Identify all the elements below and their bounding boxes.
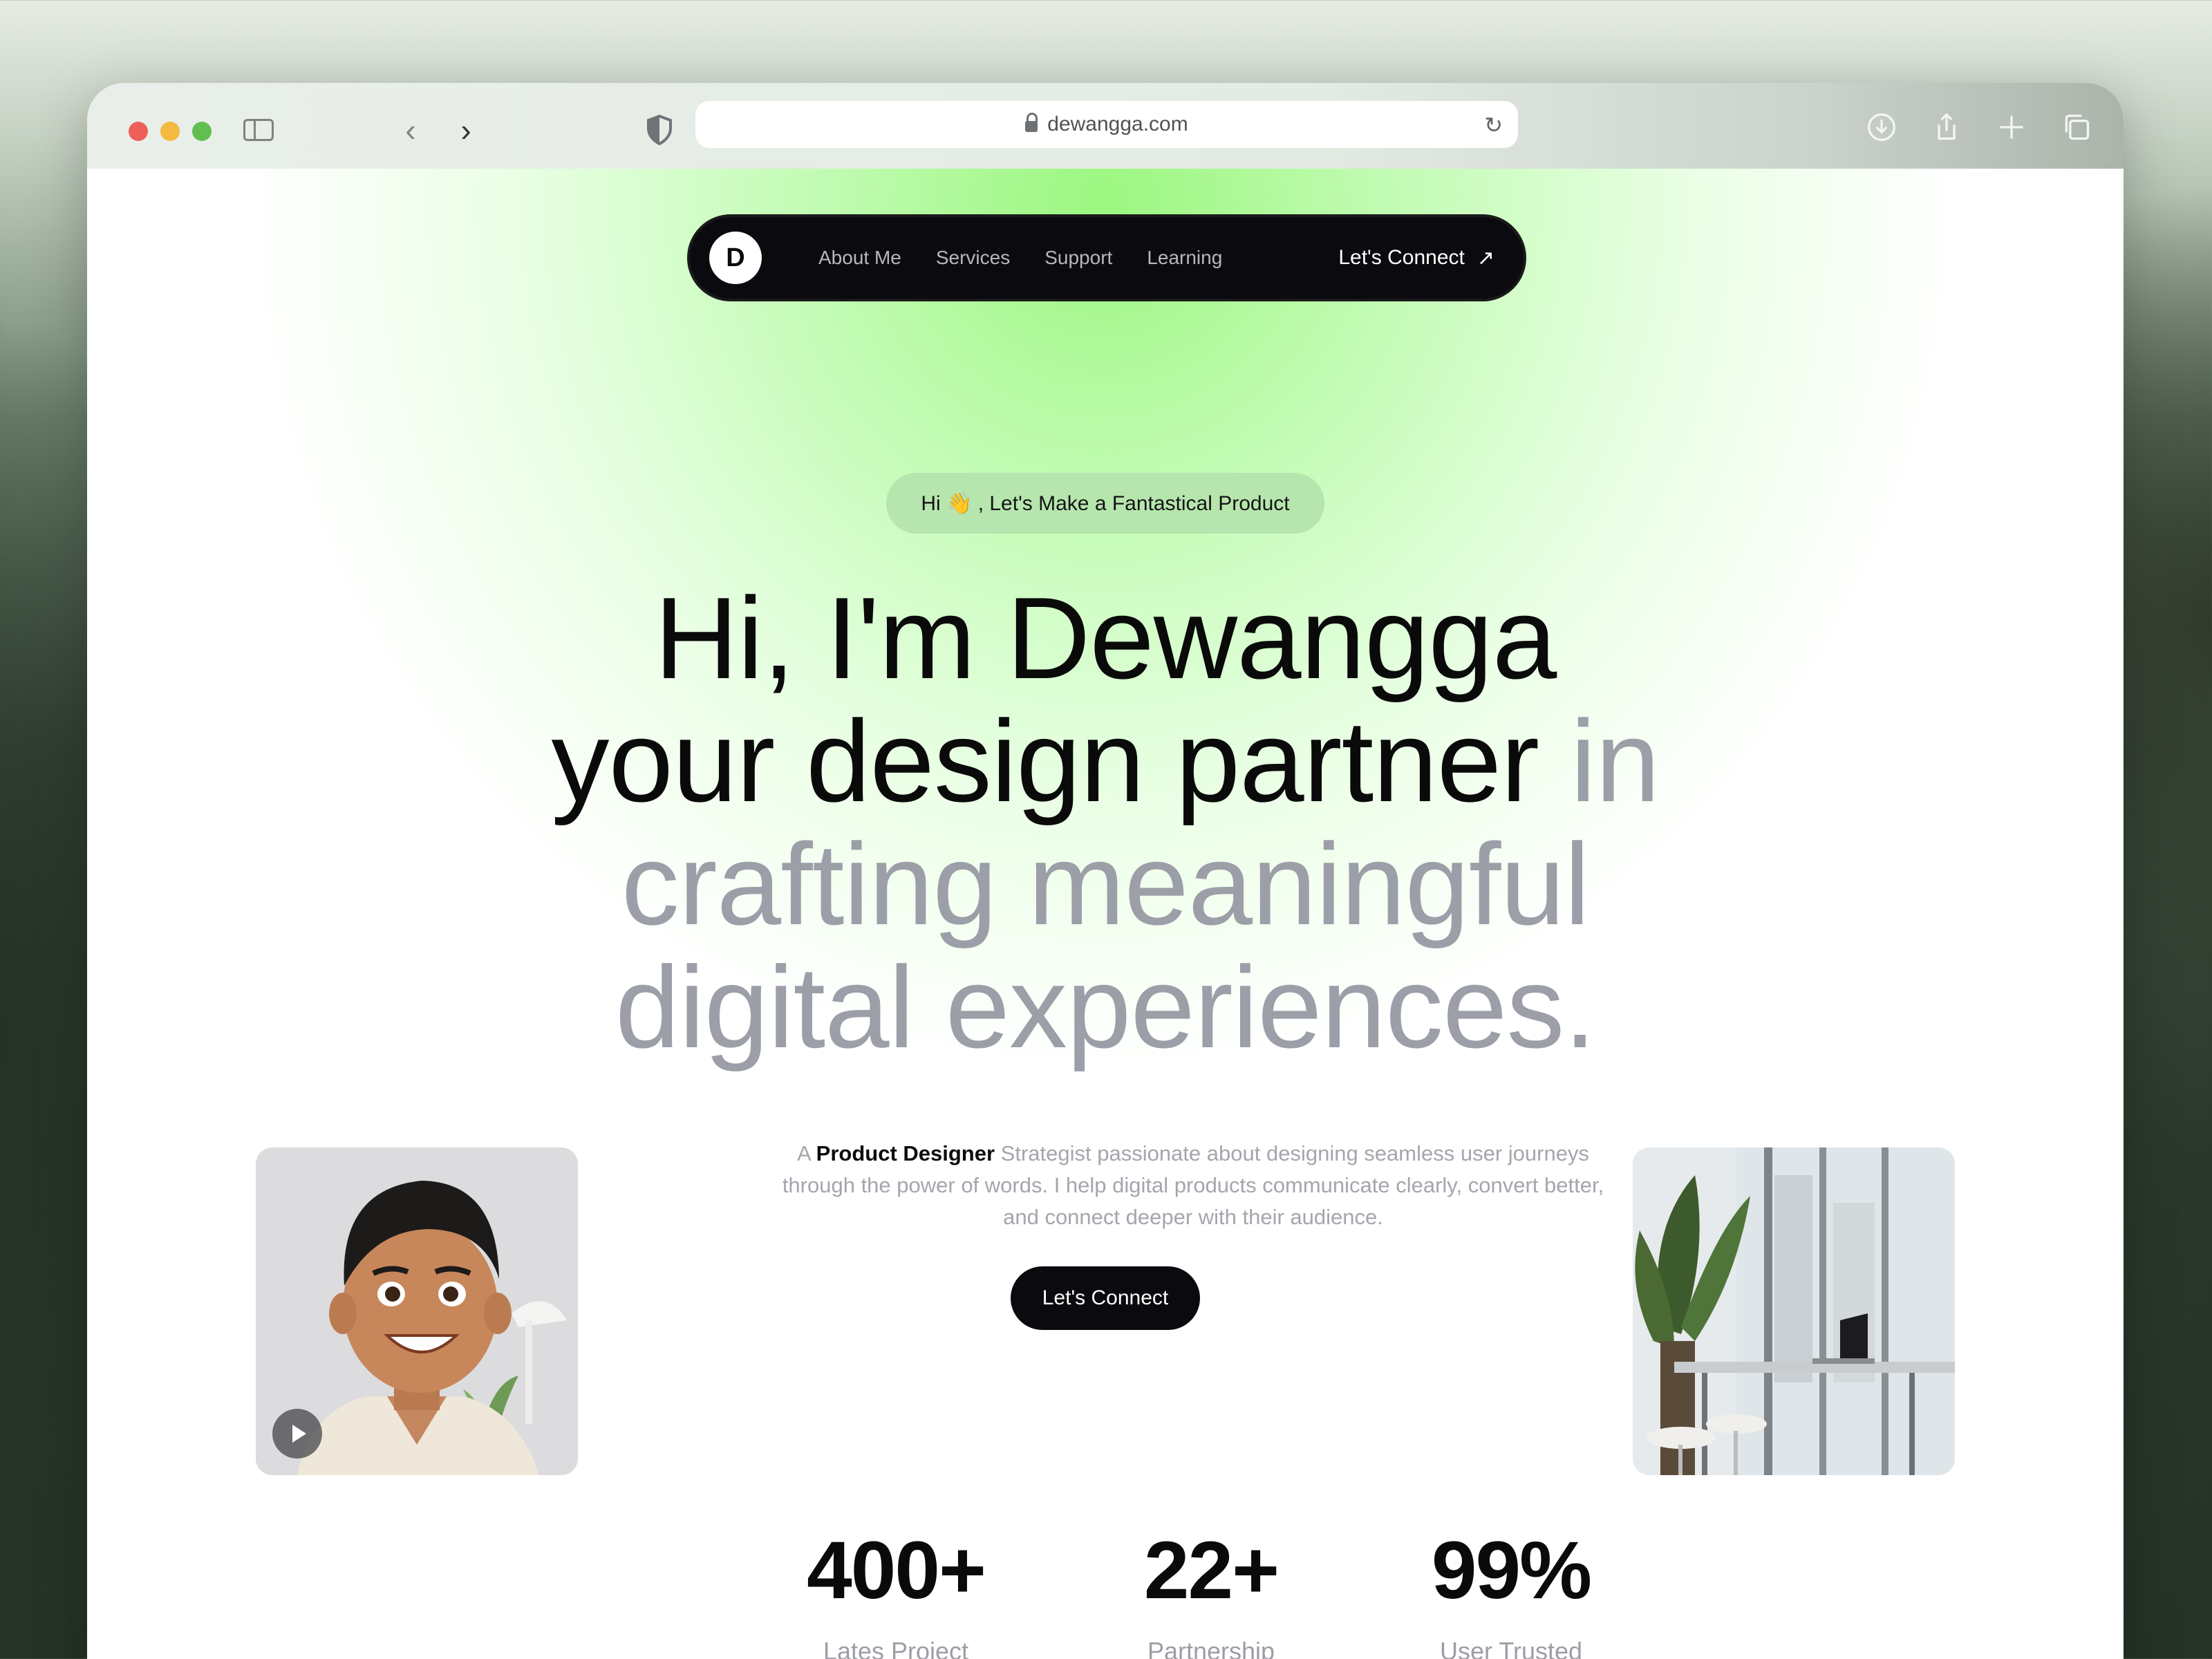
stat-trusted: 99% User Trusted — [1400, 1524, 1622, 1659]
minimize-window-button[interactable] — [160, 122, 180, 141]
stat-partnership-value: 22+ — [1143, 1525, 1280, 1616]
sidebar-toggle-icon[interactable] — [239, 111, 278, 149]
hero-headline: Hi, I'm Dewangga your design partner in … — [87, 577, 2124, 1069]
site-navbar: D About Me Services Support Learning Let… — [687, 214, 1526, 301]
nav-link-support[interactable]: Support — [1044, 247, 1112, 269]
nav-connect-label: Let's Connect — [1338, 246, 1465, 269]
share-icon[interactable] — [1927, 108, 1966, 147]
stat-projects-label: Lates Project — [823, 1637, 969, 1659]
office-photo-card — [1633, 1147, 1955, 1475]
play-button[interactable] — [272, 1409, 322, 1459]
tab-overview-icon[interactable] — [2057, 108, 2096, 147]
browser-toolbar: ‹ › dewangga.com ↻ — [87, 83, 2124, 169]
maximize-window-button[interactable] — [192, 122, 212, 141]
play-icon — [292, 1425, 306, 1443]
headline-line-2-dark: your design partner — [551, 696, 1540, 826]
close-window-button[interactable] — [129, 122, 148, 141]
reload-icon[interactable]: ↻ — [1484, 112, 1503, 138]
lock-icon — [1025, 113, 1038, 133]
stat-partnership-label: Partnership — [1147, 1637, 1275, 1659]
headline-line-2-gray: in — [1539, 696, 1660, 826]
stat-partnership: 22+ Partnership — [1100, 1524, 1322, 1659]
browser-window: ‹ › dewangga.com ↻ D About Me Services S… — [87, 83, 2124, 1659]
avatar-video-card[interactable] — [256, 1147, 578, 1475]
forest-background-right — [2124, 0, 2212, 1659]
headline-line-2: your design partner in — [87, 700, 2124, 823]
stat-trusted-label: User Trusted — [1439, 1637, 1583, 1659]
connect-button[interactable]: Let's Connect — [1011, 1266, 1200, 1330]
forest-background-left — [0, 0, 87, 1659]
hero-description: A Product Designer Strategist passionate… — [778, 1138, 1608, 1233]
greeting-pill: Hi 👋 , Let's Make a Fantastical Product — [886, 473, 1324, 534]
logo[interactable]: D — [709, 232, 762, 284]
desc-prefix: A — [797, 1141, 816, 1165]
nav-connect-button[interactable]: Let's Connect ↗ — [1338, 246, 1494, 270]
headline-line-4: digital experiences. — [615, 942, 1596, 1072]
nav-link-learning[interactable]: Learning — [1147, 247, 1222, 269]
url-text: dewangga.com — [1047, 113, 1188, 135]
back-icon[interactable]: ‹ — [391, 111, 430, 149]
nav-link-services[interactable]: Services — [936, 247, 1010, 269]
office-photo — [1633, 1147, 1955, 1475]
headline-line-3: crafting meaningful — [621, 819, 1590, 949]
stat-projects-value: 400+ — [807, 1525, 986, 1616]
headline-line-1: Hi, I'm Dewangga — [654, 573, 1557, 703]
download-icon[interactable] — [1862, 108, 1901, 147]
stat-trusted-value: 99% — [1431, 1525, 1592, 1616]
nav-link-about-me[interactable]: About Me — [818, 247, 901, 269]
address-bar[interactable]: dewangga.com ↻ — [695, 101, 1518, 148]
stat-projects: 400+ Lates Project — [785, 1524, 1006, 1659]
forward-icon[interactable]: › — [447, 111, 485, 149]
arrow-up-right-icon: ↗ — [1477, 246, 1494, 270]
shield-icon[interactable] — [640, 111, 679, 149]
desc-role: Product Designer — [816, 1141, 995, 1165]
new-tab-icon[interactable] — [1992, 108, 2031, 147]
webpage: D About Me Services Support Learning Let… — [87, 169, 2124, 1659]
